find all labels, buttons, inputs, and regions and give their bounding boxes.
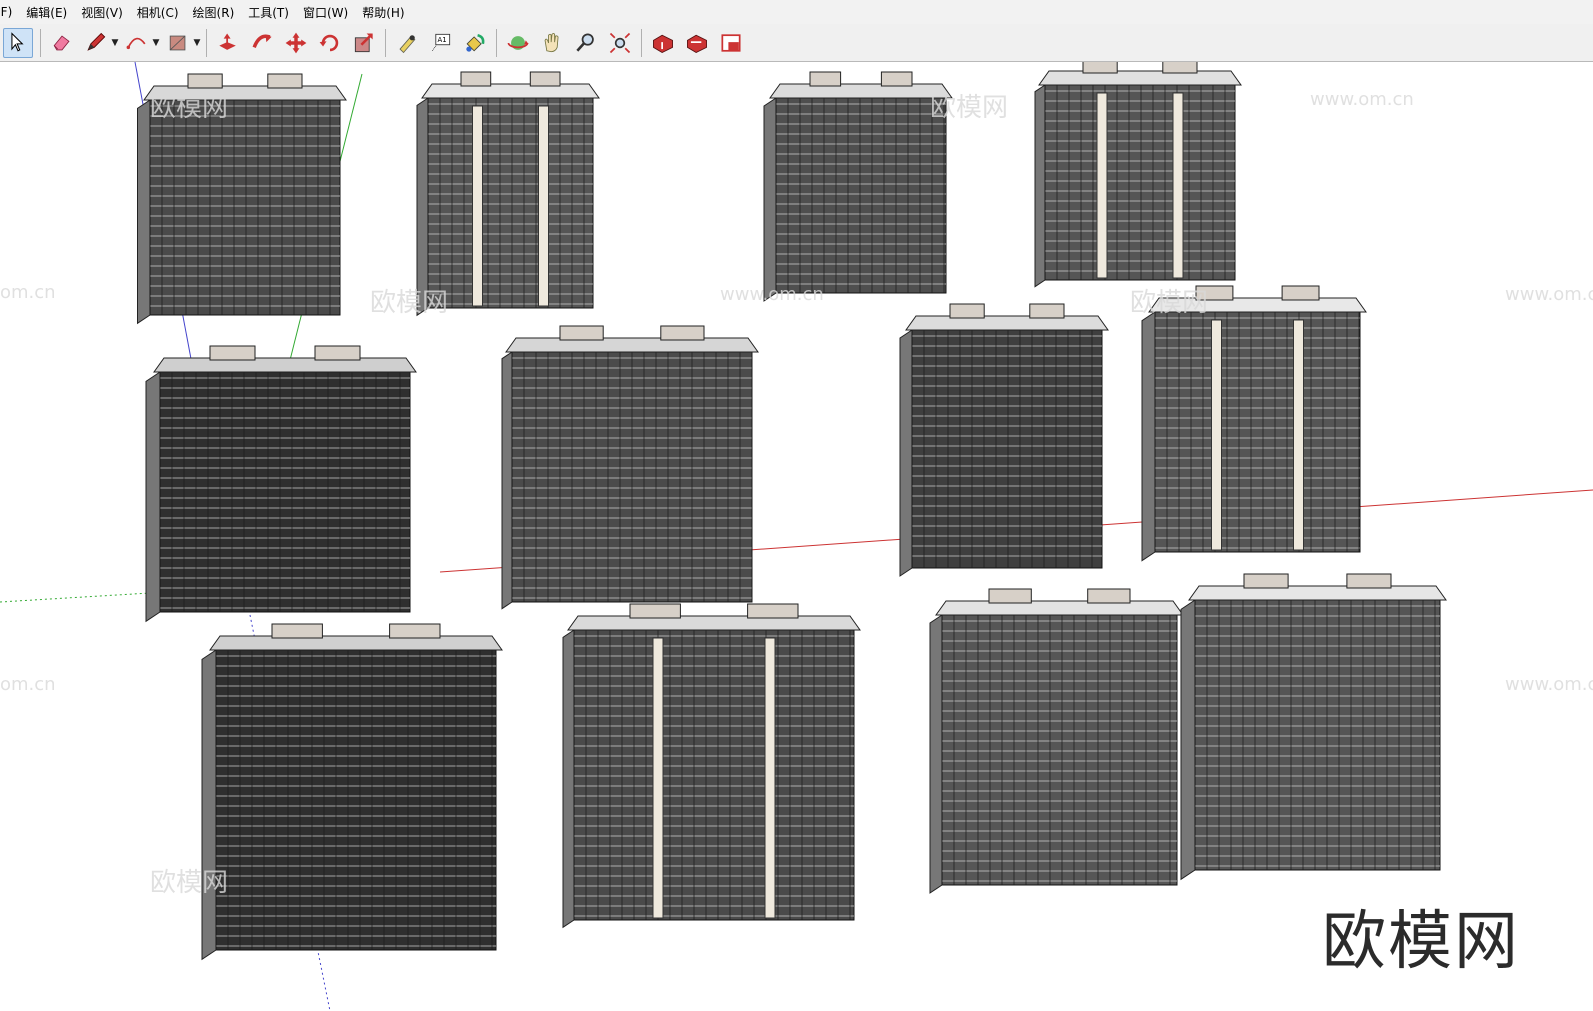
building-model-7[interactable] <box>899 303 1109 577</box>
building-model-3[interactable] <box>763 71 953 302</box>
warehouse-get-icon <box>653 34 673 53</box>
pencil-icon <box>87 32 106 51</box>
building-model-2[interactable] <box>416 71 600 317</box>
watermark: 欧模网 <box>370 288 449 318</box>
text-label-tool-button[interactable]: A1 <box>427 29 455 57</box>
warehouse-share-icon <box>687 34 707 53</box>
model-viewport[interactable]: 欧模网 欧模网 www.om.cn om.cn 欧模网 www.om.cn 欧模… <box>0 62 1593 1011</box>
building-model-11[interactable] <box>929 588 1184 894</box>
building-model-6[interactable] <box>501 325 759 610</box>
pan-icon <box>544 32 559 52</box>
warehouse-get-tool-button[interactable] <box>649 29 677 57</box>
building-model-5[interactable] <box>145 345 417 623</box>
push-pull-icon <box>219 32 236 50</box>
brand-watermark: 欧模网 <box>1322 905 1520 979</box>
zoom-extents-icon <box>609 32 631 53</box>
toolbar-separator <box>40 28 41 57</box>
building-model-8[interactable] <box>1141 285 1367 562</box>
svg-text:A1: A1 <box>438 36 447 44</box>
select-tool-button[interactable] <box>3 27 33 58</box>
move-icon <box>285 32 307 53</box>
paint-bucket-icon <box>466 33 485 52</box>
watermark: www.om.cn <box>720 284 824 305</box>
toolbar: ▼ ▼ ▼ A1 <box>0 24 1593 62</box>
menu-item-7[interactable]: 帮助(H) <box>354 4 410 21</box>
rotate-icon <box>319 34 339 51</box>
building-models <box>137 62 1447 961</box>
zoom-icon <box>576 32 594 52</box>
tape-measure-tool-button[interactable] <box>393 29 421 57</box>
tape-measure-icon <box>399 34 416 53</box>
select-icon <box>11 31 24 52</box>
toolbar-separator <box>385 28 386 57</box>
arc-icon <box>126 37 146 49</box>
menu-item-0[interactable]: (F) <box>0 5 18 19</box>
toolbar-separator <box>496 28 497 57</box>
orbit-tool-button[interactable] <box>504 29 532 57</box>
building-model-10[interactable] <box>562 603 861 929</box>
scale-tool-button[interactable] <box>350 29 378 57</box>
rectangle-icon <box>169 35 186 50</box>
scene-canvas[interactable] <box>0 62 1593 1011</box>
extension-warehouse-icon <box>721 33 741 52</box>
watermark: www.om.cn <box>1505 674 1593 695</box>
move-tool-button[interactable] <box>282 29 310 57</box>
rectangle-tool-button[interactable] <box>164 29 192 57</box>
watermark: 欧模网 <box>930 93 1009 123</box>
follow-me-icon <box>252 33 272 48</box>
menu-item-1[interactable]: 编辑(E) <box>18 4 73 21</box>
follow-me-tool-button[interactable] <box>248 29 276 57</box>
text-label-icon: A1 <box>431 33 451 51</box>
toolbar-separator <box>641 28 642 57</box>
watermark: om.cn <box>0 282 56 303</box>
pan-tool-button[interactable] <box>538 29 566 57</box>
scale-icon <box>354 32 373 52</box>
menu-item-4[interactable]: 绘图(R) <box>185 4 241 21</box>
watermark: 欧模网 <box>150 93 229 123</box>
zoom-extents-tool-button[interactable] <box>606 29 634 57</box>
rotate-tool-button[interactable] <box>316 29 344 57</box>
menu-item-3[interactable]: 相机(C) <box>129 4 185 21</box>
watermark: www.om.cn <box>1310 89 1414 110</box>
watermark: 欧模网 <box>150 868 229 898</box>
building-model-9[interactable] <box>201 623 503 961</box>
paint-bucket-tool-button[interactable] <box>461 29 489 57</box>
toolbar-separator <box>206 28 207 57</box>
dropdown-arrow-icon[interactable]: ▼ <box>110 29 120 57</box>
menu-item-6[interactable]: 窗口(W) <box>295 4 354 21</box>
eraser-icon <box>53 34 70 50</box>
watermark: 欧模网 <box>1130 288 1209 318</box>
menu-bar: (F)编辑(E)视图(V)相机(C)绘图(R)工具(T)窗口(W)帮助(H) <box>0 0 1593 24</box>
menu-item-5[interactable]: 工具(T) <box>240 4 295 21</box>
push-pull-tool-button[interactable] <box>214 29 242 57</box>
menu-item-2[interactable]: 视图(V) <box>73 4 129 21</box>
building-model-4[interactable] <box>1034 62 1242 288</box>
extension-warehouse-tool-button[interactable] <box>717 29 745 57</box>
watermark: www.om.cn <box>1505 284 1593 305</box>
pencil-tool-button[interactable] <box>82 29 110 57</box>
orbit-icon <box>507 35 529 50</box>
zoom-tool-button[interactable] <box>572 29 600 57</box>
watermark: om.cn <box>0 674 56 695</box>
eraser-tool-button[interactable] <box>48 29 76 57</box>
building-model-12[interactable] <box>1180 573 1447 881</box>
dropdown-arrow-icon[interactable]: ▼ <box>192 29 202 57</box>
warehouse-share-tool-button[interactable] <box>683 29 711 57</box>
dropdown-arrow-icon[interactable]: ▼ <box>151 29 161 57</box>
arc-tool-button[interactable] <box>123 29 151 57</box>
